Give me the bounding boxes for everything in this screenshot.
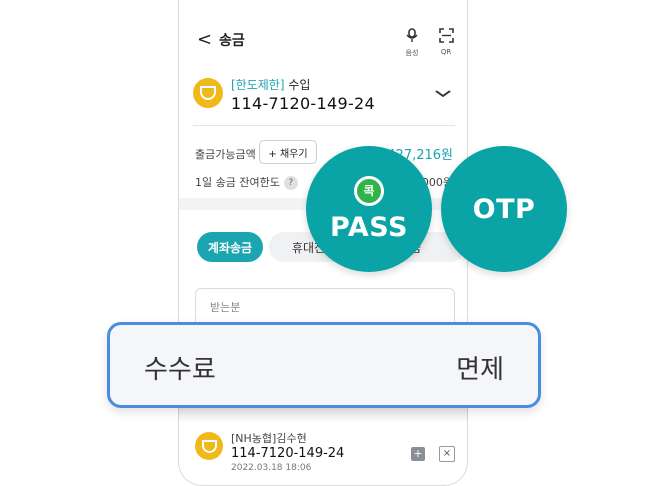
fee-callout: 수수료 면제 — [107, 322, 541, 408]
qr-label: QR — [440, 48, 452, 56]
bank-logo-icon — [193, 78, 223, 108]
microphone-icon — [401, 28, 423, 47]
qr-button[interactable]: QR — [435, 28, 457, 56]
account-type: 수입 — [288, 78, 311, 92]
otp-badge: OTP — [441, 146, 567, 272]
recent-date: 2022.03.18 18:06 — [231, 463, 312, 473]
voice-label: 음성 — [405, 49, 419, 57]
daily-limit-text: 1일 송금 잔여한도 — [195, 176, 280, 189]
header: < 송금 음성 QR — [179, 0, 467, 70]
available-amount-label: 출금가능금액 — [195, 148, 256, 161]
bank-logo-icon — [195, 432, 223, 460]
recent-recipient-name: [NH농협]김수현 — [231, 432, 307, 445]
divider — [193, 125, 455, 126]
pass-badge: 콕 PASS — [306, 146, 432, 272]
add-favorite-button[interactable]: + — [411, 447, 425, 461]
chevron-down-icon[interactable] — [435, 86, 452, 102]
page-title: 송금 — [219, 33, 245, 49]
tab-account-transfer[interactable]: 계좌송금 — [197, 232, 263, 262]
pass-logo-icon: 콕 — [354, 175, 384, 206]
limit-tag: [한도제한] — [231, 78, 285, 92]
daily-limit-label: 1일 송금 잔여한도? — [195, 174, 298, 190]
recipient-label: 받는분 — [210, 301, 241, 314]
account-number: 114-7120-149-24 — [231, 94, 375, 113]
qr-scan-icon — [435, 28, 457, 47]
fee-value: 면제 — [456, 355, 504, 385]
account-title: [한도제한] 수입 — [231, 76, 310, 93]
recent-account-number[interactable]: 114-7120-149-24 — [231, 446, 344, 461]
otp-label: OTP — [472, 193, 536, 225]
voice-button[interactable]: 음성 — [401, 28, 423, 58]
help-icon[interactable]: ? — [283, 176, 298, 190]
back-icon[interactable]: < — [197, 29, 212, 50]
fee-label: 수수료 — [144, 355, 216, 385]
account-selector[interactable]: [한도제한] 수입 114-7120-149-24 — [193, 72, 455, 122]
fill-button[interactable]: + 채우기 — [259, 140, 317, 164]
pass-label: PASS — [330, 211, 408, 243]
delete-button[interactable]: × — [439, 446, 455, 462]
